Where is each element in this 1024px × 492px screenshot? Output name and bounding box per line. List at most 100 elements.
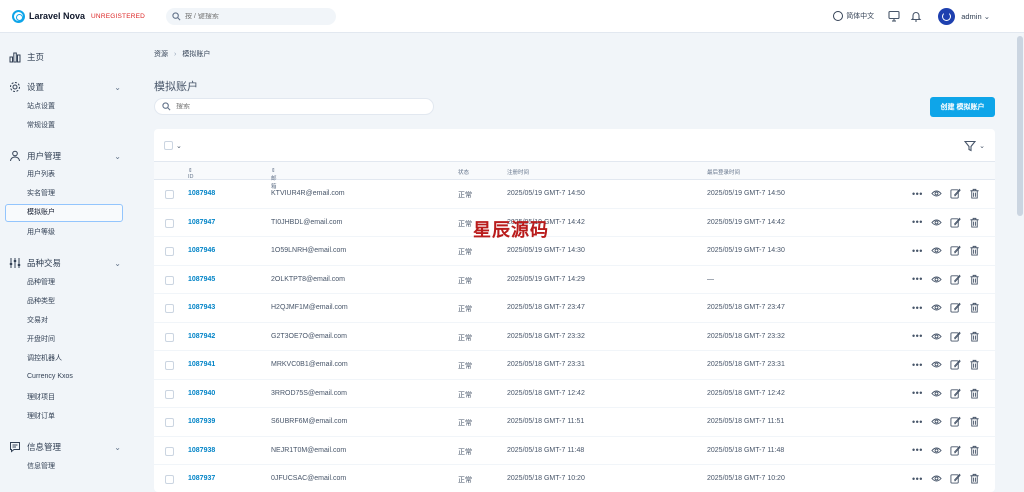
edit-icon[interactable] [950, 388, 961, 399]
delete-icon[interactable] [969, 188, 980, 199]
delete-icon[interactable] [969, 331, 980, 342]
edit-icon[interactable] [950, 245, 961, 256]
avatar[interactable] [938, 7, 956, 25]
row-checkbox[interactable] [165, 446, 174, 456]
view-icon[interactable] [931, 245, 942, 256]
global-search-input[interactable] [185, 12, 325, 20]
sidebar-item-message-management[interactable]: 信息管理 [27, 461, 55, 471]
resource-search[interactable] [154, 98, 434, 115]
user-menu[interactable]: admin ⌄ [961, 12, 990, 21]
row-checkbox[interactable] [165, 275, 174, 285]
delete-icon[interactable] [969, 359, 980, 370]
edit-icon[interactable] [950, 188, 961, 199]
edit-icon[interactable] [950, 473, 961, 484]
edit-icon[interactable] [950, 359, 961, 370]
sidebar-group-users[interactable]: 用户管理 ⌄ [9, 150, 121, 162]
view-icon[interactable] [931, 359, 942, 370]
row-checkbox[interactable] [165, 304, 174, 313]
filter-button[interactable]: ⌄ [964, 140, 985, 152]
brand[interactable]: Laravel Nova UNREGISTERED [12, 9, 152, 23]
row-id-link[interactable]: 1087940 [188, 390, 215, 397]
page-scrollbar[interactable] [1016, 34, 1024, 492]
row-id-link[interactable]: 1087947 [188, 219, 215, 226]
delete-icon[interactable] [969, 302, 980, 313]
view-icon[interactable] [931, 331, 942, 342]
table-row[interactable]: 1087940 3RROD75S@email.com 正常 2025/05/18 GM… [154, 380, 995, 408]
row-checkbox[interactable] [165, 418, 174, 427]
edit-icon[interactable] [950, 416, 961, 427]
sidebar-item-product-types[interactable]: 品种类型 [27, 296, 55, 306]
more-actions-icon[interactable]: ••• [912, 445, 923, 455]
sidebar-item-currency-kxos[interactable]: Currency Kxos [27, 373, 73, 380]
sidebar-item-user-levels[interactable]: 用户等级 [27, 227, 55, 237]
scrollbar-thumb[interactable] [1017, 36, 1023, 216]
sidebar-item-control-bot[interactable]: 调控机器人 [27, 353, 62, 363]
more-actions-icon[interactable]: ••• [912, 360, 923, 370]
row-checkbox[interactable] [165, 190, 174, 199]
delete-icon[interactable] [969, 416, 980, 427]
breadcrumb-root[interactable]: 资源 [154, 51, 168, 58]
table-row[interactable]: 1087942 G2T3OE7O@email.com 正常 2025/05/18 GM… [154, 323, 995, 351]
sidebar-item-wealth-products[interactable]: 理财项目 [27, 392, 55, 402]
delete-icon[interactable] [969, 445, 980, 456]
more-actions-icon[interactable]: ••• [912, 189, 923, 199]
view-icon[interactable] [931, 445, 942, 456]
table-row[interactable]: 1087937 0JFUCSAC@email.com 正常 2025/05/18 GM… [154, 465, 995, 492]
row-id-link[interactable]: 1087943 [188, 304, 215, 311]
table-row[interactable]: 1087941 MRKVC0B1@email.com 正常 2025/05/18 GM… [154, 351, 995, 380]
table-row[interactable]: 1087943 H2QJMF1M@email.com 正常 2025/05/18 GM… [154, 294, 995, 323]
row-checkbox[interactable] [165, 332, 174, 342]
sidebar-item-products[interactable]: 品种管理 [27, 277, 55, 287]
delete-icon[interactable] [969, 473, 980, 484]
edit-icon[interactable] [950, 302, 961, 313]
table-row[interactable]: 1087946 1O59LNRH@email.com 正常 2025/05/19 GM… [154, 237, 995, 266]
global-search[interactable] [166, 7, 336, 25]
create-demo-account-button[interactable]: 创建 模拟账户 [930, 97, 995, 117]
table-row[interactable]: 1087948 KTVIUR4R@email.com 正常 2025/05/19 GM… [154, 180, 995, 209]
sidebar-item-verification[interactable]: 实名管理 [27, 188, 55, 198]
sidebar-item-trading-pairs[interactable]: 交易对 [27, 315, 48, 325]
sidebar-group-trading[interactable]: 品种交易 ⌄ [9, 257, 121, 269]
row-id-link[interactable]: 1087942 [188, 333, 215, 340]
language-switcher[interactable]: 简体中文 [833, 11, 874, 21]
monitor-icon[interactable] [888, 10, 900, 22]
select-all-dropdown[interactable]: ⌄ [164, 141, 182, 150]
more-actions-icon[interactable]: ••• [912, 246, 923, 256]
edit-icon[interactable] [950, 331, 961, 342]
row-checkbox[interactable] [165, 361, 174, 370]
row-id-link[interactable]: 1087948 [188, 190, 215, 197]
select-all-checkbox[interactable] [164, 141, 173, 150]
more-actions-icon[interactable]: ••• [912, 417, 923, 427]
view-icon[interactable] [931, 473, 942, 484]
column-header-id[interactable]: ID ⇕ [188, 168, 194, 180]
table-row[interactable]: 1087938 NEJR1T0M@email.com 正常 2025/05/18 GM… [154, 437, 995, 465]
resource-search-input[interactable] [176, 103, 416, 110]
row-id-link[interactable]: 1087945 [188, 276, 215, 283]
view-icon[interactable] [931, 274, 942, 285]
sidebar-item-site-settings[interactable]: 站点设置 [27, 101, 55, 111]
table-row[interactable]: 1087945 2OLKTPT8@email.com 正常 2025/05/19 GM… [154, 266, 995, 294]
row-checkbox[interactable] [165, 475, 174, 484]
delete-icon[interactable] [969, 274, 980, 285]
view-icon[interactable] [931, 188, 942, 199]
table-row[interactable]: 1087947 TI0JHBDL@email.com 正常 2025/05/19 GM… [154, 209, 995, 237]
edit-icon[interactable] [950, 274, 961, 285]
sidebar-item-demo-accounts[interactable]: 模拟账户 [5, 204, 123, 222]
sidebar-item-wealth-orders[interactable]: 理财订单 [27, 411, 55, 421]
row-checkbox[interactable] [165, 247, 174, 256]
more-actions-icon[interactable]: ••• [912, 331, 923, 341]
sidebar-item-general-settings[interactable]: 常规设置 [27, 120, 55, 130]
sidebar-item-opening-hours[interactable]: 开盘时间 [27, 334, 55, 344]
sidebar-group-messages[interactable]: 信息管理 ⌄ [9, 441, 121, 453]
edit-icon[interactable] [950, 445, 961, 456]
more-actions-icon[interactable]: ••• [912, 303, 923, 313]
row-id-link[interactable]: 1087941 [188, 361, 215, 368]
delete-icon[interactable] [969, 217, 980, 228]
bell-icon[interactable] [910, 10, 922, 22]
more-actions-icon[interactable]: ••• [912, 388, 923, 398]
row-id-link[interactable]: 1087938 [188, 447, 215, 454]
view-icon[interactable] [931, 217, 942, 228]
column-header-email[interactable]: 邮箱 ⇕ [271, 168, 277, 190]
sidebar-item-home[interactable]: 主页 [9, 51, 121, 63]
view-icon[interactable] [931, 388, 942, 399]
